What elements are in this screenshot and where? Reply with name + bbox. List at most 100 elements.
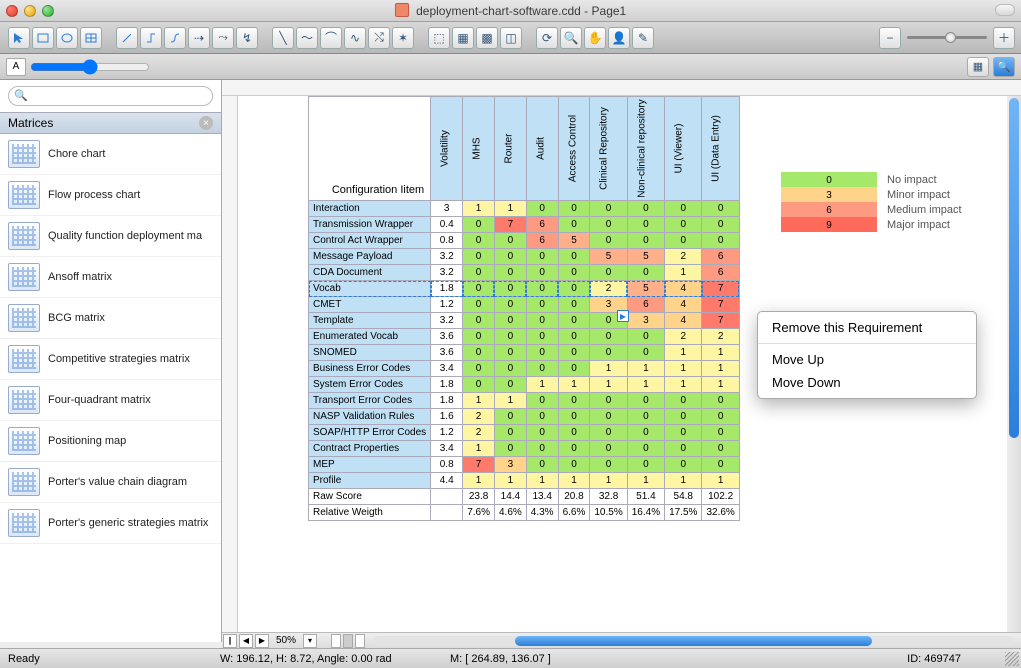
- matrices-item[interactable]: Flow process chart: [0, 175, 221, 216]
- matrix-cell[interactable]: 0: [526, 425, 558, 441]
- matrix-row-header[interactable]: Message Payload: [309, 249, 431, 265]
- matrix-cell[interactable]: 0: [526, 265, 558, 281]
- matrix-cell[interactable]: 0: [627, 457, 664, 473]
- matrix-cell[interactable]: 0: [558, 441, 590, 457]
- matrix-row[interactable]: SNOMED3.600000011: [309, 345, 740, 361]
- matrix-cell[interactable]: 1: [494, 473, 526, 489]
- matrix-cell[interactable]: 0: [494, 345, 526, 361]
- matrix-row-header[interactable]: Business Error Codes: [309, 361, 431, 377]
- matrix-cell[interactable]: 1.2: [431, 425, 463, 441]
- rect-tool-button[interactable]: [32, 27, 54, 49]
- matrices-item[interactable]: Four-quadrant matrix: [0, 380, 221, 421]
- refresh-button[interactable]: ⟳: [536, 27, 558, 49]
- matrix-cell[interactable]: 0: [558, 457, 590, 473]
- matrix-cell[interactable]: 0: [558, 393, 590, 409]
- matrix-cell[interactable]: 0: [558, 297, 590, 313]
- matrix-cell[interactable]: 6: [526, 217, 558, 233]
- matrix-cell[interactable]: 0: [590, 217, 627, 233]
- ctx-move-down[interactable]: Move Down: [758, 371, 976, 394]
- matrix-row[interactable]: MEP0.873000000: [309, 457, 740, 473]
- matrix-cell[interactable]: 4: [665, 313, 702, 329]
- page-next-button[interactable]: ▶: [255, 634, 269, 648]
- matrix-cell[interactable]: 1: [665, 361, 702, 377]
- matrix-cell[interactable]: 0: [702, 217, 739, 233]
- matrix-cell[interactable]: 1: [494, 201, 526, 217]
- matrix-cell[interactable]: 1.8: [431, 281, 463, 297]
- matrix-row[interactable]: Enumerated Vocab3.600000022: [309, 329, 740, 345]
- zoom-tool-button[interactable]: 🔍: [560, 27, 582, 49]
- matrix-cell[interactable]: 0: [702, 393, 739, 409]
- matrix-column-header[interactable]: UI (Viewer): [665, 97, 702, 201]
- matrix-cell[interactable]: 2: [463, 425, 495, 441]
- matrix-cell[interactable]: 1: [526, 473, 558, 489]
- library-grid-view-button[interactable]: ▦: [967, 57, 989, 77]
- matrix-cell[interactable]: 2: [665, 249, 702, 265]
- connector-tool-1[interactable]: [116, 27, 138, 49]
- matrix-column-header[interactable]: Router: [494, 97, 526, 201]
- matrix-row-header[interactable]: Control Act Wrapper: [309, 233, 431, 249]
- group-tool-1[interactable]: ⬚: [428, 27, 450, 49]
- matrix-cell[interactable]: 0: [558, 329, 590, 345]
- matrix-cell[interactable]: 0: [526, 393, 558, 409]
- matrix-cell[interactable]: 0: [558, 249, 590, 265]
- matrix-row-header[interactable]: Template: [309, 313, 431, 329]
- matrix-cell[interactable]: 0: [627, 345, 664, 361]
- matrix-cell[interactable]: 0: [494, 233, 526, 249]
- matrix-cell[interactable]: 1.6: [431, 409, 463, 425]
- matrix-cell[interactable]: 3.2: [431, 249, 463, 265]
- group-tool-3[interactable]: ▩: [476, 27, 498, 49]
- matrix-cell[interactable]: 7: [702, 297, 739, 313]
- matrix-cell[interactable]: 0: [526, 249, 558, 265]
- vertical-scrollbar[interactable]: [1007, 96, 1021, 642]
- matrix-cell[interactable]: 0: [665, 217, 702, 233]
- matrix-cell[interactable]: 0: [494, 361, 526, 377]
- matrix-cell[interactable]: 0: [494, 297, 526, 313]
- matrix-cell[interactable]: 2: [463, 409, 495, 425]
- matrix-cell[interactable]: 0: [627, 329, 664, 345]
- matrix-cell[interactable]: 0: [627, 265, 664, 281]
- matrix-cell[interactable]: 0: [463, 313, 495, 329]
- matrix-row-header[interactable]: CDA Document: [309, 265, 431, 281]
- matrix-row-header[interactable]: SNOMED: [309, 345, 431, 361]
- page-tab-2[interactable]: [343, 634, 353, 648]
- matrix-cell[interactable]: 0: [665, 233, 702, 249]
- matrix-cell[interactable]: 1: [526, 377, 558, 393]
- matrix-cell[interactable]: 4.4: [431, 473, 463, 489]
- matrices-item[interactable]: Porter's generic strategies matrix: [0, 503, 221, 544]
- matrix-cell[interactable]: 0: [702, 201, 739, 217]
- matrix-cell[interactable]: 0: [590, 329, 627, 345]
- matrix-cell[interactable]: 0: [463, 217, 495, 233]
- matrix-row-header[interactable]: MEP: [309, 457, 431, 473]
- matrix-row[interactable]: Template3.200000347: [309, 313, 740, 329]
- matrix-cell[interactable]: 3.6: [431, 345, 463, 361]
- matrix-cell[interactable]: 0: [665, 201, 702, 217]
- library-search-input[interactable]: [8, 86, 213, 106]
- drawing-canvas[interactable]: Configuration IitemVolatilityMHSRouterAu…: [222, 80, 1021, 642]
- line-tool-5[interactable]: ⤭: [368, 27, 390, 49]
- matrix-row-header[interactable]: Profile: [309, 473, 431, 489]
- page-pause-button[interactable]: ∥: [223, 634, 237, 648]
- matrix-column-header[interactable]: Clinical Repository: [590, 97, 627, 201]
- matrices-item[interactable]: Competitive strategies matrix: [0, 339, 221, 380]
- matrix-cell[interactable]: 0: [665, 441, 702, 457]
- matrix-cell[interactable]: 3: [431, 201, 463, 217]
- matrix-cell[interactable]: 0: [558, 409, 590, 425]
- matrix-cell[interactable]: 1: [702, 361, 739, 377]
- matrix-cell[interactable]: 0: [627, 233, 664, 249]
- matrix-cell[interactable]: 0: [665, 393, 702, 409]
- ellipse-tool-button[interactable]: [56, 27, 78, 49]
- matrices-item[interactable]: Quality function deployment ma: [0, 216, 221, 257]
- horizontal-scrollbar[interactable]: [374, 636, 1013, 646]
- matrix-cell[interactable]: 1: [627, 361, 664, 377]
- matrix-cell[interactable]: 0: [627, 217, 664, 233]
- matrix-cell[interactable]: 1: [590, 361, 627, 377]
- line-tool-2[interactable]: 〜: [296, 27, 318, 49]
- matrices-item[interactable]: BCG matrix: [0, 298, 221, 339]
- pan-tool-button[interactable]: ✋: [584, 27, 606, 49]
- matrices-item[interactable]: Ansoff matrix: [0, 257, 221, 298]
- matrix-row[interactable]: CDA Document3.200000016: [309, 265, 740, 281]
- matrix-cell[interactable]: 1: [665, 473, 702, 489]
- matrix-cell[interactable]: 0: [494, 249, 526, 265]
- line-tool-1[interactable]: ╲: [272, 27, 294, 49]
- matrix-row[interactable]: Message Payload3.200005526: [309, 249, 740, 265]
